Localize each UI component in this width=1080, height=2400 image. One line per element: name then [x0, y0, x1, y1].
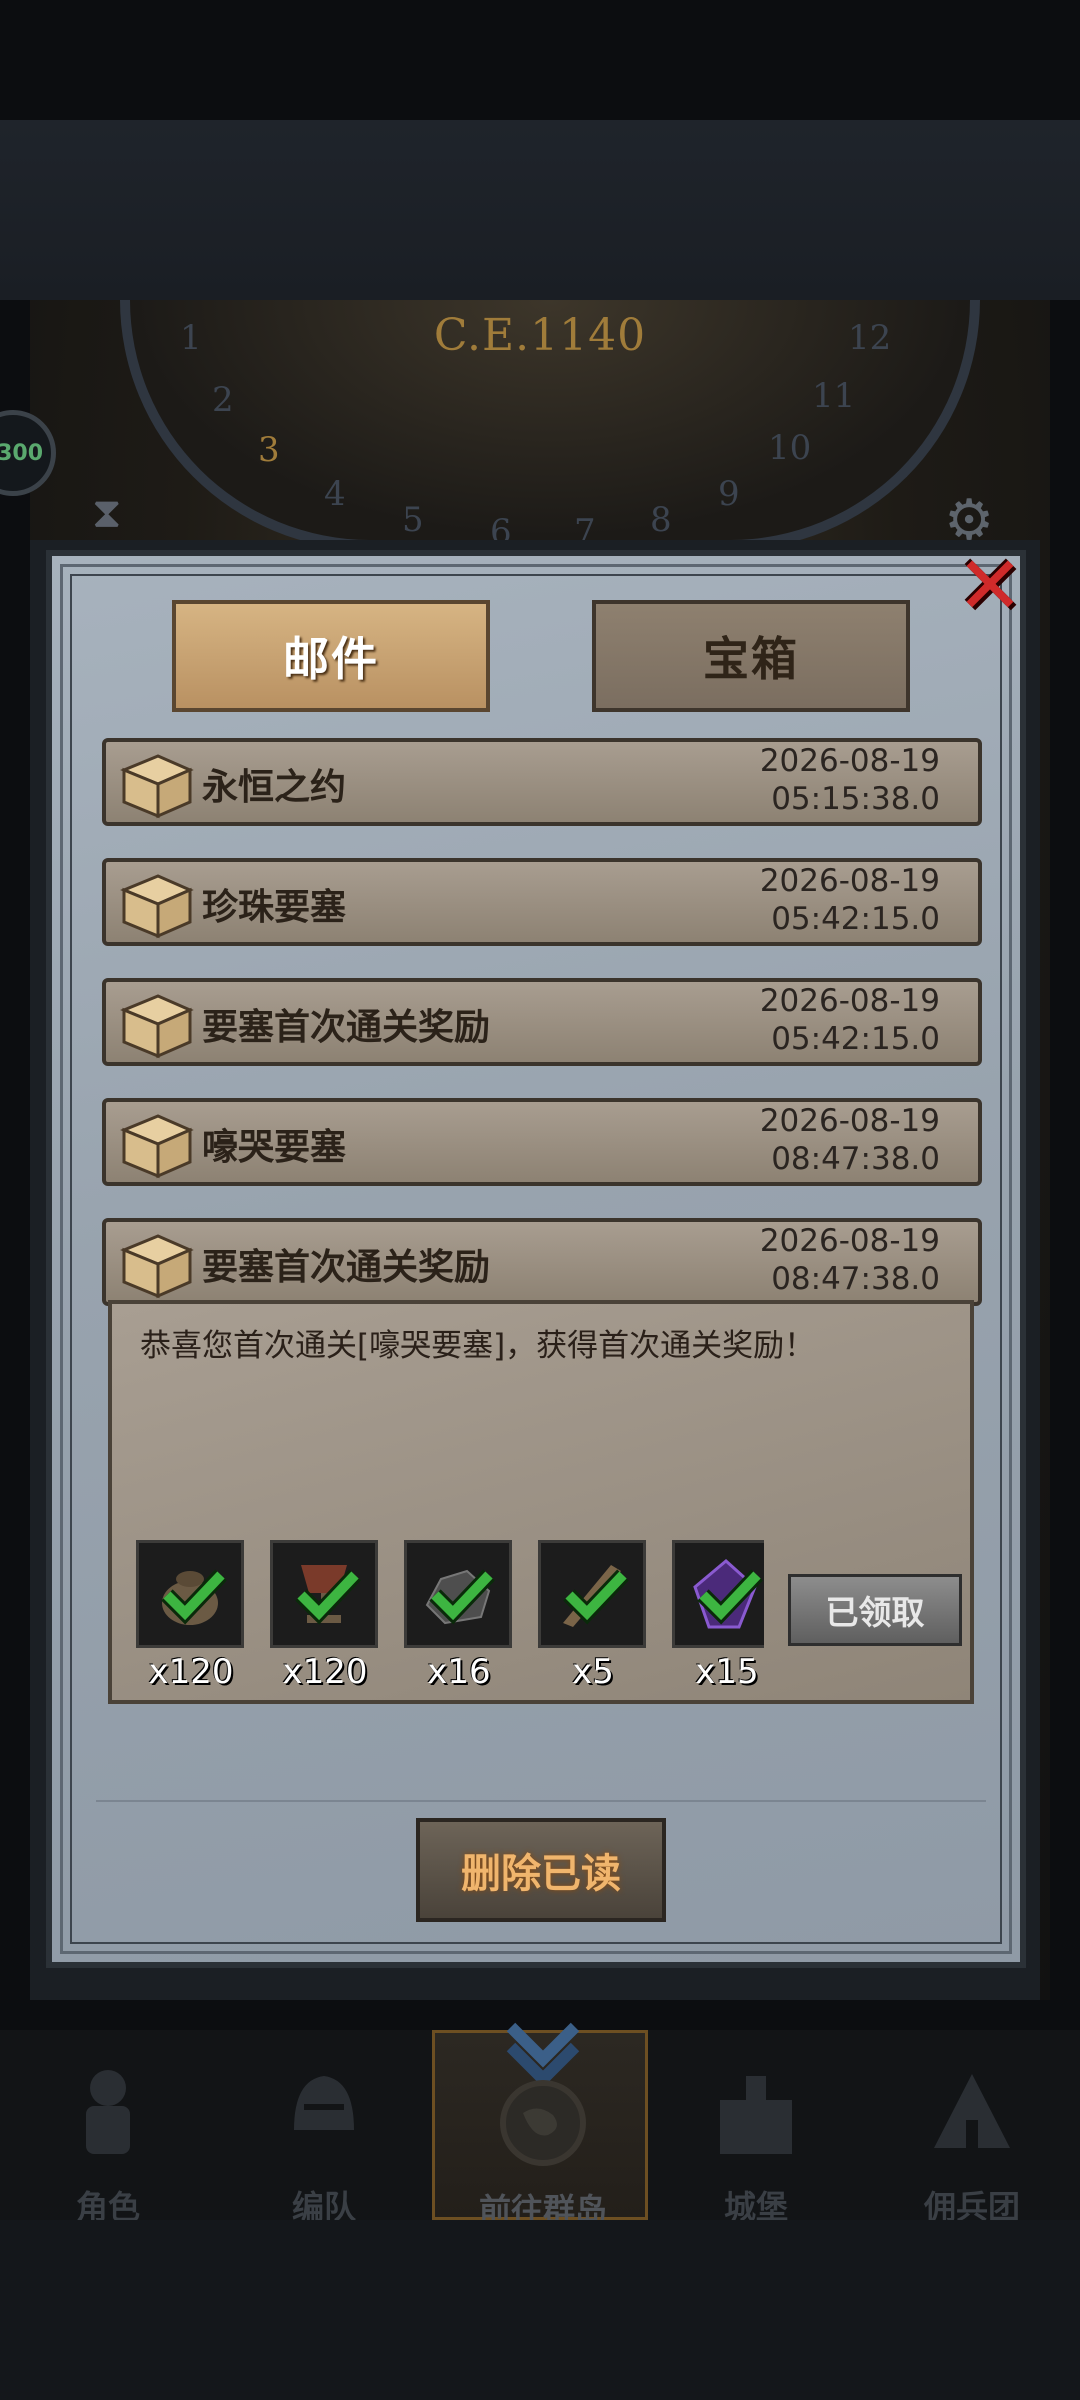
mail-item-selected[interactable]: 要塞首次通关奖励 2026-08-19 08:47:38.0 [102, 1218, 982, 1306]
nav-mercenary[interactable]: 佣兵团 [864, 2030, 1080, 2226]
bottom-band [0, 2220, 1080, 2400]
tent-icon [934, 2074, 1010, 2148]
mail-timestamp: 2026-08-19 05:15:38.0 [760, 742, 940, 818]
letter-box-icon [120, 874, 194, 939]
dial-number: 4 [324, 474, 346, 514]
castle-icon [720, 2076, 792, 2154]
mail-timestamp: 2026-08-19 05:42:15.0 [760, 982, 940, 1058]
mail-timestamp: 2026-08-19 05:42:15.0 [760, 862, 940, 938]
hourglass-icon: ⧗ [92, 488, 122, 537]
divider [96, 1800, 986, 1802]
item-count: x5 [572, 1652, 614, 1690]
check-icon [563, 1569, 629, 1625]
era-label: C.E.1140 [433, 310, 647, 361]
mail-title: 要塞首次通关奖励 [202, 1247, 491, 1288]
claimed-button[interactable]: 已领取 [788, 1574, 962, 1646]
item-slot [672, 1540, 764, 1648]
dial-number: 1 [180, 318, 202, 358]
mail-item[interactable]: 嚎哭要塞 2026-08-19 08:47:38.0 [102, 1098, 982, 1186]
mail-title: 永恒之约 [202, 767, 347, 808]
mail-time: 05:42:15.0 [771, 901, 940, 937]
reward-items: x120 x120 x16 x5 x15 [136, 1540, 764, 1690]
mail-date: 2026-08-19 [759, 1103, 940, 1139]
mail-item[interactable]: 珍珠要塞 2026-08-19 05:42:15.0 [102, 858, 982, 946]
mail-date: 2026-08-19 [759, 863, 940, 899]
mail-time: 08:47:38.0 [771, 1261, 940, 1297]
bottom-nav: 角色 编队 前往群岛 城堡 佣兵团 [0, 2022, 1080, 2229]
dial-number: 2 [212, 380, 234, 420]
mail-date: 2026-08-19 [759, 983, 940, 1019]
reward-item[interactable]: x15 [672, 1540, 764, 1690]
dial-number: 3 [258, 430, 280, 470]
mail-title: 珍珠要塞 [202, 887, 347, 928]
dial-number: 10 [768, 428, 812, 468]
tab-chest[interactable]: 宝箱 [592, 600, 910, 712]
letter-box-icon [120, 1114, 194, 1179]
tab-mail[interactable]: 邮件 [172, 600, 490, 712]
mail-detail-panel: 恭喜您首次通关[嚎哭要塞]，获得首次通关奖励！ x120 x120 x16 x5… [108, 1300, 974, 1704]
close-icon: ✕ [956, 539, 1024, 632]
item-slot [538, 1540, 646, 1648]
dial-number: 12 [848, 318, 892, 358]
item-slot [270, 1540, 378, 1648]
nav-islands[interactable]: 前往群岛 [432, 2022, 648, 2229]
dial-number: 9 [718, 474, 740, 514]
check-icon [161, 1569, 227, 1625]
helmet-icon [294, 2076, 354, 2130]
top-band [0, 120, 1080, 300]
dial-number: 5 [402, 500, 424, 540]
letter-box-icon [120, 994, 194, 1059]
letter-box-icon [120, 1234, 194, 1299]
mail-timestamp: 2026-08-19 08:47:38.0 [760, 1222, 940, 1298]
delete-read-button[interactable]: 删除已读 [416, 1818, 666, 1922]
mail-date: 2026-08-19 [759, 743, 940, 779]
reward-item[interactable]: x16 [404, 1540, 514, 1690]
item-count: x15 [695, 1652, 759, 1690]
letter-box-icon [120, 754, 194, 819]
nav-character[interactable]: 角色 [0, 2030, 216, 2226]
mail-title: 要塞首次通关奖励 [202, 1007, 491, 1048]
dial-number: 8 [650, 500, 672, 540]
reward-item[interactable]: x120 [136, 1540, 246, 1690]
nav-castle[interactable]: 城堡 [648, 2030, 864, 2226]
reward-item[interactable]: x120 [270, 1540, 380, 1690]
mail-date: 2026-08-19 [759, 1223, 940, 1259]
mail-time: 05:15:38.0 [771, 781, 940, 817]
item-count: x16 [427, 1652, 491, 1690]
globe-icon [500, 2080, 586, 2166]
mail-timestamp: 2026-08-19 08:47:38.0 [760, 1102, 940, 1178]
knight-icon [86, 2070, 130, 2154]
nav-formation[interactable]: 编队 [216, 2030, 432, 2226]
mail-item[interactable]: 要塞首次通关奖励 2026-08-19 05:42:15.0 [102, 978, 982, 1066]
reward-item[interactable]: x5 [538, 1540, 648, 1690]
close-button[interactable]: ✕ [952, 546, 1028, 626]
mail-item[interactable]: 永恒之约 2026-08-19 05:15:38.0 [102, 738, 982, 826]
mail-time: 08:47:38.0 [771, 1141, 940, 1177]
item-count: x120 [282, 1652, 368, 1690]
check-icon [429, 1569, 495, 1625]
mail-time: 05:42:15.0 [771, 1021, 940, 1057]
item-slot [136, 1540, 244, 1648]
mail-message: 恭喜您首次通关[嚎哭要塞]，获得首次通关奖励！ [140, 1328, 816, 1364]
dial-number: 11 [812, 376, 856, 416]
item-slot [404, 1540, 512, 1648]
check-icon [697, 1569, 763, 1625]
mail-title: 嚎哭要塞 [202, 1127, 347, 1168]
check-icon [295, 1569, 361, 1625]
item-count: x120 [148, 1652, 234, 1690]
